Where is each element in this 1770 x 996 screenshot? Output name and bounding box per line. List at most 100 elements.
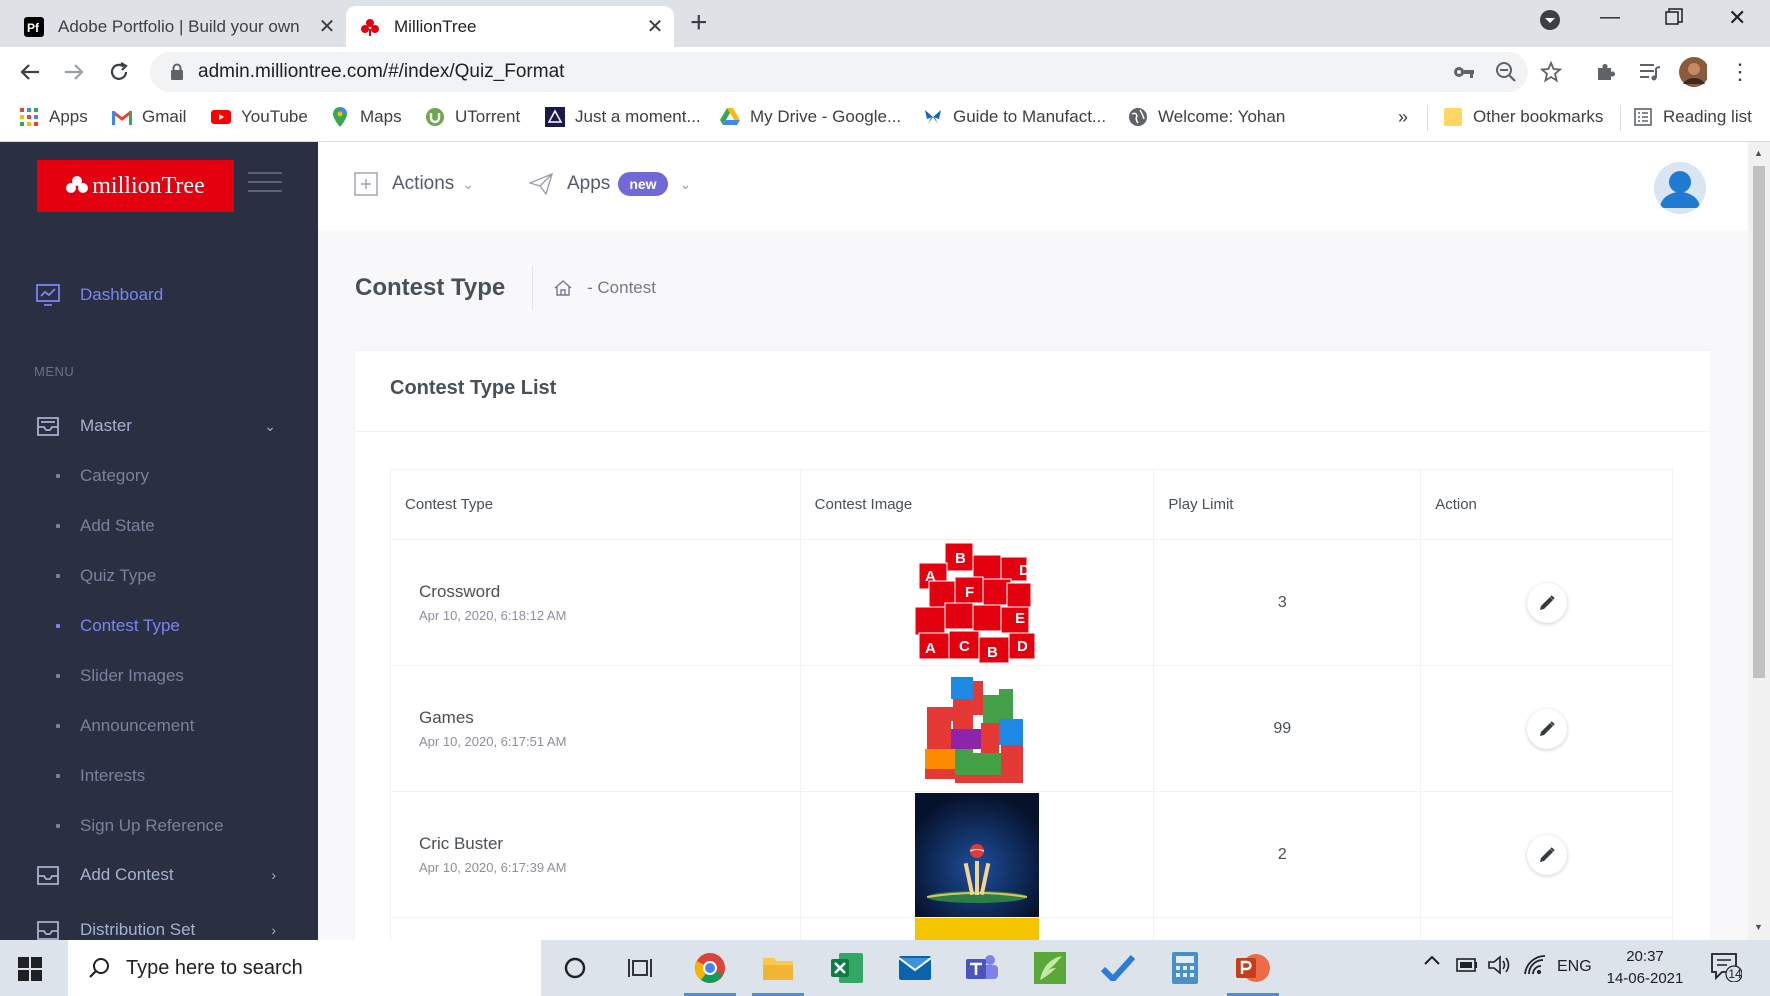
extensions-puzzle-icon[interactable] bbox=[1592, 58, 1620, 86]
close-tab-icon[interactable]: ✕ bbox=[642, 14, 668, 39]
minimize-button[interactable]: — bbox=[1600, 6, 1620, 29]
svg-text:D: D bbox=[1019, 562, 1030, 579]
chrome-icon[interactable] bbox=[680, 940, 740, 996]
bookmarks-overflow-button[interactable]: » bbox=[1398, 107, 1408, 128]
volume-icon[interactable] bbox=[1488, 955, 1512, 975]
bookmark-utorrent[interactable]: UTorrent bbox=[425, 107, 520, 127]
scroll-down-icon[interactable]: ▼ bbox=[1754, 922, 1763, 932]
back-button[interactable] bbox=[15, 57, 45, 87]
actions-menu[interactable]: Actions ⌄ bbox=[354, 172, 474, 196]
profile-avatar[interactable] bbox=[1679, 57, 1707, 87]
play-limit-cell: 3 bbox=[1153, 539, 1422, 666]
lock-icon bbox=[170, 63, 184, 81]
tab-title: Adobe Portfolio | Build your own bbox=[58, 16, 300, 36]
bookmark-label: Apps bbox=[49, 107, 88, 126]
sidebar-subitem-quiz-type[interactable]: Quiz Type bbox=[56, 566, 156, 586]
address-bar[interactable]: admin.milliontree.com/#/index/Quiz_Forma… bbox=[150, 52, 1528, 92]
sidebar-subitem-announcement[interactable]: Announcement bbox=[56, 716, 194, 736]
language-indicator[interactable]: ENG bbox=[1557, 958, 1592, 976]
new-badge: new bbox=[618, 172, 668, 196]
butterfly-icon bbox=[923, 107, 943, 127]
wifi-icon[interactable] bbox=[1524, 955, 1546, 975]
bookmark-just-a-moment[interactable]: Just a moment... bbox=[545, 107, 701, 127]
bookmark-youtube[interactable]: YouTube bbox=[211, 107, 308, 127]
bookmark-maps[interactable]: Maps bbox=[330, 107, 402, 127]
calculator-icon[interactable] bbox=[1155, 940, 1215, 996]
scrollbar-thumb[interactable] bbox=[1753, 166, 1765, 678]
tab-milliontree[interactable]: MillionTree ✕ bbox=[346, 6, 674, 47]
file-explorer-icon[interactable] bbox=[748, 940, 808, 996]
search-placeholder: Type here to search bbox=[126, 956, 303, 979]
bookmark-gmail[interactable]: Gmail bbox=[112, 107, 186, 127]
battery-icon[interactable] bbox=[1456, 958, 1478, 972]
user-avatar[interactable] bbox=[1654, 162, 1706, 214]
sidebar-subitem-interests[interactable]: Interests bbox=[56, 766, 145, 786]
edit-button[interactable] bbox=[1526, 582, 1567, 623]
taskbar-clock[interactable]: 20:37 14-06-2021 bbox=[1590, 946, 1700, 990]
close-tab-icon[interactable]: ✕ bbox=[314, 14, 340, 39]
password-key-icon[interactable] bbox=[1450, 58, 1478, 86]
bookmark-apps[interactable]: Apps bbox=[19, 107, 88, 127]
sidebar-item-add-contest[interactable]: Add Contest › bbox=[0, 862, 318, 888]
sidebar-item-dashboard[interactable]: Dashboard bbox=[0, 282, 318, 308]
excel-icon[interactable] bbox=[817, 940, 877, 996]
new-tab-button[interactable]: + bbox=[690, 8, 708, 38]
crossword-image: ABDF EACBD bbox=[915, 541, 1039, 665]
sidebar-subitem-sign-up-reference[interactable]: Sign Up Reference bbox=[56, 816, 224, 836]
forward-button[interactable] bbox=[59, 57, 89, 87]
url-text: admin.milliontree.com/#/index/Quiz_Forma… bbox=[198, 61, 565, 82]
reading-list-button[interactable]: Reading list bbox=[1633, 107, 1752, 127]
cortana-icon[interactable] bbox=[545, 940, 605, 996]
sidebar-subitem-add-state[interactable]: Add State bbox=[56, 516, 155, 536]
reload-button[interactable] bbox=[104, 57, 134, 87]
bookmark-guide[interactable]: Guide to Manufact... bbox=[923, 107, 1106, 127]
show-hidden-icons-icon[interactable] bbox=[1423, 954, 1441, 966]
bookmark-welcome[interactable]: Welcome: Yohan bbox=[1128, 107, 1285, 127]
contest-name: Games bbox=[419, 708, 474, 727]
bookmark-star-icon[interactable] bbox=[1537, 58, 1565, 86]
restore-button[interactable] bbox=[1665, 8, 1683, 26]
feather-app-icon[interactable] bbox=[1020, 940, 1080, 996]
breadcrumb-item[interactable]: - Contest bbox=[587, 278, 656, 298]
teams-icon[interactable] bbox=[952, 940, 1012, 996]
browser-menu-icon[interactable]: ⋮ bbox=[1726, 58, 1754, 86]
windows-start-icon[interactable] bbox=[18, 957, 42, 981]
edit-button[interactable] bbox=[1526, 834, 1567, 875]
contest-type-cell: Games Apr 10, 2020, 6:17:51 AM bbox=[390, 665, 801, 792]
hamburger-menu-icon[interactable] bbox=[248, 172, 282, 196]
home-icon[interactable] bbox=[553, 279, 573, 297]
tab-search-icon[interactable] bbox=[1538, 8, 1562, 32]
notifications-icon[interactable]: 14 bbox=[1710, 952, 1742, 982]
tab-adobe-portfolio[interactable]: Pf Adobe Portfolio | Build your own ✕ bbox=[10, 6, 346, 47]
close-window-button[interactable]: ✕ bbox=[1728, 5, 1746, 31]
site-icon bbox=[545, 107, 565, 127]
page-scrollbar[interactable]: ▲ ▼ bbox=[1748, 142, 1770, 940]
sidebar-item-distribution-set[interactable]: Distribution Set › bbox=[0, 917, 318, 940]
column-header: Play Limit bbox=[1153, 469, 1422, 540]
column-header: Contest Type bbox=[390, 469, 801, 540]
mail-icon[interactable] bbox=[885, 940, 945, 996]
scroll-up-icon[interactable]: ▲ bbox=[1754, 148, 1763, 158]
reading-list-icon bbox=[1633, 107, 1653, 127]
youtube-icon bbox=[211, 107, 231, 127]
sidebar-item-label: Dashboard bbox=[80, 285, 164, 304]
milliontree-logo[interactable]: millionTree bbox=[37, 160, 234, 212]
svg-text:C: C bbox=[959, 638, 970, 655]
bookmarks-bar: Apps Gmail YouTube Maps UTorrent Just a … bbox=[0, 97, 1770, 142]
sidebar-subitem-contest-type[interactable]: Contest Type bbox=[56, 616, 180, 636]
media-queue-icon[interactable] bbox=[1636, 58, 1664, 86]
sidebar-subitem-slider-images[interactable]: Slider Images bbox=[56, 666, 184, 686]
taskbar-search-box[interactable]: Type here to search bbox=[68, 940, 541, 996]
edit-button[interactable] bbox=[1526, 708, 1567, 749]
zoom-icon[interactable] bbox=[1492, 58, 1520, 86]
svg-text:Pf: Pf bbox=[27, 21, 40, 35]
powerpoint-icon[interactable] bbox=[1223, 940, 1283, 996]
todo-check-icon[interactable] bbox=[1088, 940, 1148, 996]
task-view-icon[interactable] bbox=[610, 940, 670, 996]
bookmark-other-bookmarks[interactable]: Other bookmarks bbox=[1443, 107, 1603, 127]
sidebar-subitem-category[interactable]: Category bbox=[56, 466, 149, 486]
apps-menu[interactable]: Apps new ⌄ bbox=[529, 172, 691, 196]
bookmark-my-drive[interactable]: My Drive - Google... bbox=[720, 107, 901, 127]
sidebar-item-master[interactable]: Master ⌄ bbox=[0, 413, 318, 439]
chevron-down-icon: ⌄ bbox=[462, 175, 475, 192]
